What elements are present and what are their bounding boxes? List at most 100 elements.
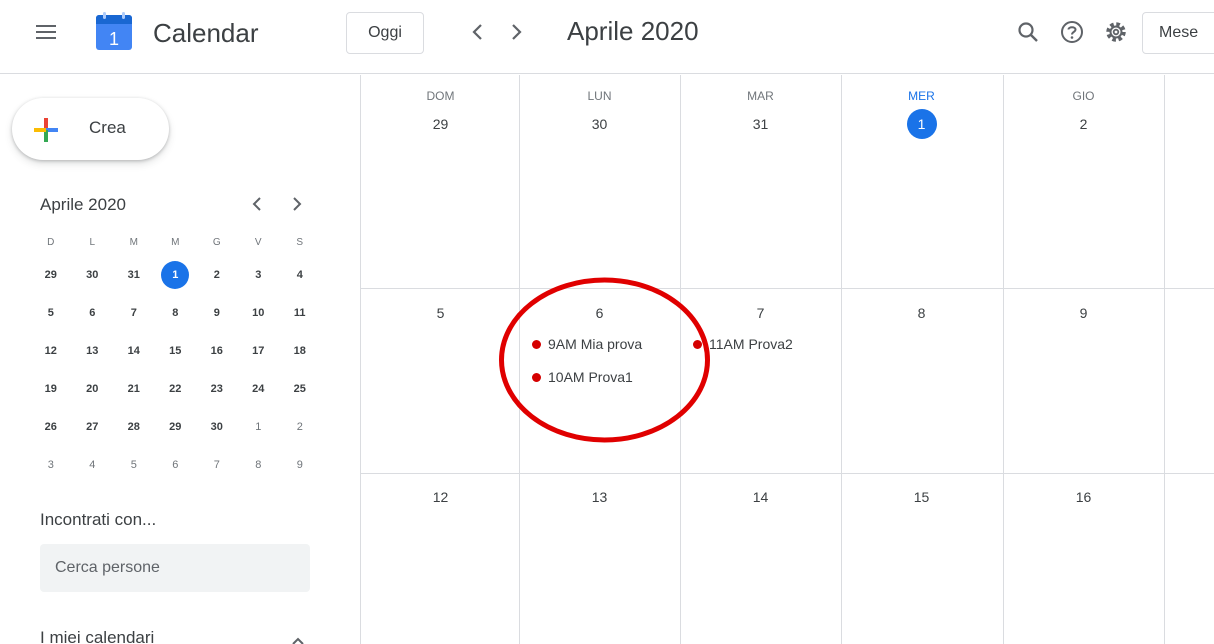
mini-day[interactable]: 8 xyxy=(155,307,197,319)
today-button[interactable]: Oggi xyxy=(346,12,424,54)
mini-day[interactable]: 31 xyxy=(113,269,155,281)
mini-day[interactable]: 12 xyxy=(30,345,72,357)
next-period-button[interactable] xyxy=(500,16,532,48)
mini-day-today-number: 1 xyxy=(161,261,190,289)
current-period-title: Aprile 2020 xyxy=(567,16,699,46)
mini-weekday: M xyxy=(171,236,180,248)
mini-day[interactable]: 4 xyxy=(279,269,321,281)
event-chip[interactable]: 11AM Prova2 xyxy=(693,333,793,355)
search-button[interactable] xyxy=(1014,18,1042,46)
mini-week-row: 3 4 5 6 7 8 9 xyxy=(30,446,321,484)
day-number-today[interactable]: 1 xyxy=(906,109,937,139)
month-grid: DOM 29 LUN 30 MAR 31 MER 1 GIO 2 5 6 7 8… xyxy=(360,75,1214,644)
grid-line xyxy=(680,75,681,644)
day-number[interactable]: 5 xyxy=(360,305,521,321)
day-number[interactable]: 16 xyxy=(1003,489,1164,505)
mini-day[interactable]: 29 xyxy=(155,421,197,433)
event-time: 9AM xyxy=(548,336,577,352)
day-number[interactable]: 31 xyxy=(746,109,776,139)
mini-day[interactable]: 9 xyxy=(196,307,238,319)
day-number[interactable]: 13 xyxy=(519,489,680,505)
mini-day-other-month[interactable]: 5 xyxy=(113,459,155,471)
mini-day-other-month[interactable]: 3 xyxy=(30,459,72,471)
weekday-label: MAR xyxy=(747,89,774,103)
mini-day-today[interactable]: 1 xyxy=(155,261,197,289)
day-number[interactable]: 30 xyxy=(585,109,615,139)
mini-day[interactable]: 20 xyxy=(72,383,114,395)
mini-day[interactable]: 30 xyxy=(72,269,114,281)
mini-day[interactable]: 28 xyxy=(113,421,155,433)
mini-day[interactable]: 16 xyxy=(196,345,238,357)
mini-day[interactable]: 24 xyxy=(238,383,280,395)
day-number[interactable]: 7 xyxy=(680,305,841,321)
mini-day-other-month[interactable]: 4 xyxy=(72,459,114,471)
event-dot xyxy=(532,372,541,382)
day-number[interactable]: 6 xyxy=(519,305,680,321)
create-button[interactable]: Crea xyxy=(12,98,169,160)
app-header: 1 Calendar Oggi Aprile 2020 Mese xyxy=(0,0,1214,74)
day-number[interactable]: 15 xyxy=(841,489,1002,505)
event-chip[interactable]: 10AM Prova1 xyxy=(532,366,633,388)
grid-line xyxy=(1164,75,1165,644)
search-people-input[interactable] xyxy=(40,544,310,592)
mini-day[interactable]: 15 xyxy=(155,345,197,357)
search-icon xyxy=(1018,22,1038,42)
mini-day[interactable]: 25 xyxy=(279,383,321,395)
day-number[interactable]: 2 xyxy=(1069,109,1099,139)
view-select-button[interactable]: Mese xyxy=(1142,12,1214,54)
mini-day[interactable]: 14 xyxy=(113,345,155,357)
mini-weekday: L xyxy=(89,236,96,248)
mini-day-other-month[interactable]: 1 xyxy=(238,421,280,433)
event-title: Prova1 xyxy=(588,369,633,385)
mini-day[interactable]: 26 xyxy=(30,421,72,433)
chevron-up-icon[interactable] xyxy=(288,632,308,644)
mini-day[interactable]: 5 xyxy=(30,307,72,319)
mini-weekday: V xyxy=(254,236,262,248)
mini-day[interactable]: 7 xyxy=(113,307,155,319)
weekday-label: LUN xyxy=(587,89,612,103)
mini-day-other-month[interactable]: 2 xyxy=(279,421,321,433)
prev-period-button[interactable] xyxy=(462,16,494,48)
mini-week-row: 29 30 31 1 2 3 4 xyxy=(30,256,321,294)
day-number[interactable]: 29 xyxy=(426,109,456,139)
grid-line xyxy=(360,288,1214,289)
day-column-header: MER 1 xyxy=(841,89,1002,139)
mini-day-other-month[interactable]: 8 xyxy=(238,459,280,471)
mini-day[interactable]: 21 xyxy=(113,383,155,395)
my-calendars-title[interactable]: I miei calendari xyxy=(40,628,154,644)
mini-day[interactable]: 30 xyxy=(196,421,238,433)
event-dot xyxy=(693,339,702,349)
mini-day-other-month[interactable]: 9 xyxy=(279,459,321,471)
help-button[interactable] xyxy=(1058,18,1086,46)
mini-day[interactable]: 29 xyxy=(30,269,72,281)
help-icon xyxy=(1061,21,1083,43)
mini-day[interactable]: 11 xyxy=(279,307,321,319)
menu-icon[interactable] xyxy=(36,24,56,40)
day-number[interactable]: 9 xyxy=(1003,305,1164,321)
mini-day[interactable]: 3 xyxy=(238,269,280,281)
day-number[interactable]: 8 xyxy=(841,305,1002,321)
mini-prev-button[interactable] xyxy=(243,190,271,218)
mini-day[interactable]: 23 xyxy=(196,383,238,395)
event-dot xyxy=(532,339,541,349)
mini-day[interactable]: 6 xyxy=(72,307,114,319)
mini-day[interactable]: 18 xyxy=(279,345,321,357)
event-chip[interactable]: 9AM Mia prova xyxy=(532,333,642,355)
mini-next-button[interactable] xyxy=(283,190,311,218)
mini-day[interactable]: 17 xyxy=(238,345,280,357)
mini-day[interactable]: 22 xyxy=(155,383,197,395)
mini-day-other-month[interactable]: 7 xyxy=(196,459,238,471)
mini-week-row: 5 6 7 8 9 10 11 xyxy=(30,294,321,332)
mini-day[interactable]: 19 xyxy=(30,383,72,395)
day-number[interactable]: 12 xyxy=(360,489,521,505)
settings-button[interactable] xyxy=(1102,18,1130,46)
mini-day-other-month[interactable]: 6 xyxy=(155,459,197,471)
mini-day[interactable]: 13 xyxy=(72,345,114,357)
mini-day[interactable]: 2 xyxy=(196,269,238,281)
grid-line xyxy=(519,75,520,644)
day-number[interactable]: 14 xyxy=(680,489,841,505)
app-title: Calendar xyxy=(153,18,259,48)
weekday-label: DOM xyxy=(426,89,455,103)
mini-day[interactable]: 10 xyxy=(238,307,280,319)
mini-day[interactable]: 27 xyxy=(72,421,114,433)
